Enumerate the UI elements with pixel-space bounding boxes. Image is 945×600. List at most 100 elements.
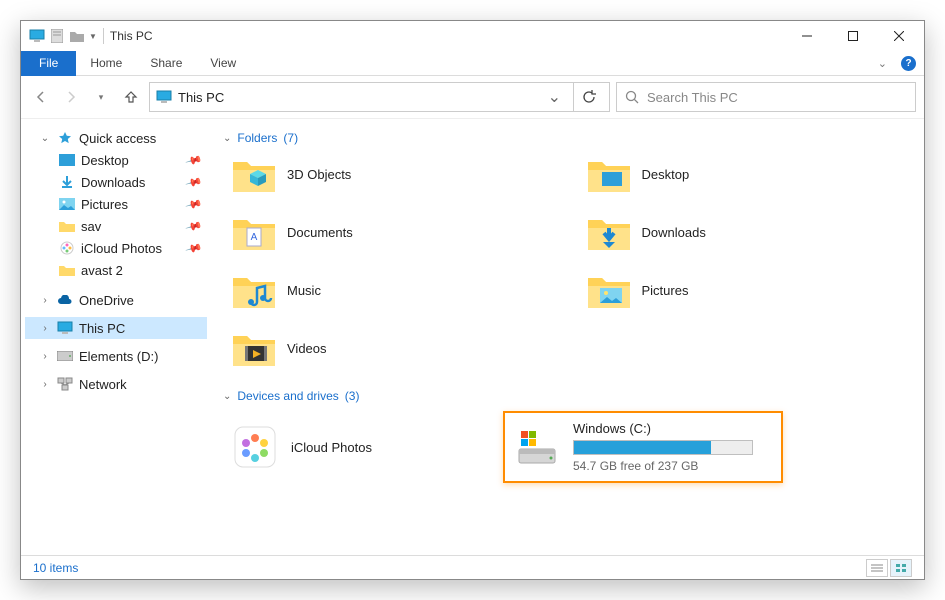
details-view-button[interactable] (866, 559, 888, 577)
pc-icon (29, 28, 45, 44)
pc-icon (156, 89, 172, 105)
recent-locations-icon[interactable]: ▾ (89, 85, 113, 109)
chevron-down-icon[interactable]: ⌄ (223, 133, 231, 144)
nav-elements[interactable]: › Elements (D:) (25, 345, 207, 367)
address-bar[interactable]: This PC ⌄ (149, 82, 610, 112)
help-icon[interactable]: ? (901, 56, 916, 71)
properties-icon[interactable] (49, 28, 65, 44)
nav-label: Pictures (81, 197, 128, 212)
nav-label: sav (81, 219, 101, 234)
nav-qa-downloads[interactable]: Downloads 📌 (25, 171, 207, 193)
thumbnails-view-button[interactable] (890, 559, 912, 577)
nav-label: iCloud Photos (81, 241, 162, 256)
folder-icon (588, 211, 630, 253)
group-count: (7) (283, 131, 298, 145)
cloud-icon (57, 292, 73, 308)
ribbon-collapse-icon[interactable]: ⌄ (872, 57, 893, 70)
nav-label: This PC (79, 321, 125, 336)
refresh-button[interactable] (573, 83, 603, 111)
folder-label: Music (287, 283, 321, 298)
hard-drive-icon (515, 425, 559, 469)
folder-label: Videos (287, 341, 327, 356)
chevron-right-icon[interactable]: › (39, 323, 51, 334)
pin-icon: 📌 (185, 195, 203, 213)
star-icon (57, 130, 73, 146)
folder-icon (233, 269, 275, 311)
chevron-down-icon[interactable]: ⌄ (223, 391, 231, 402)
nav-label: Elements (D:) (79, 349, 158, 364)
drive-icloud-photos[interactable]: iCloud Photos (233, 411, 473, 483)
tab-view[interactable]: View (196, 51, 250, 76)
nav-thispc[interactable]: › This PC (25, 317, 207, 339)
search-icon (625, 90, 639, 104)
chevron-right-icon[interactable]: › (39, 295, 51, 306)
file-explorer-window: ▼ This PC File Home Share View ⌄ ? ▾ Thi… (20, 20, 925, 580)
content-pane: ⌄ Folders (7) 3D Objects Desktop A Docum… (211, 119, 924, 555)
minimize-button[interactable] (784, 21, 830, 51)
group-title: Devices and drives (237, 389, 338, 403)
chevron-down-icon[interactable]: ⌄ (39, 133, 51, 144)
folder-label: 3D Objects (287, 167, 351, 182)
nav-label: Quick access (79, 131, 156, 146)
item-count: 10 items (33, 561, 78, 575)
group-header-folders[interactable]: ⌄ Folders (7) (223, 127, 912, 153)
nav-label: Network (79, 377, 127, 392)
nav-qa-desktop[interactable]: Desktop 📌 (25, 149, 207, 171)
forward-button[interactable] (59, 85, 83, 109)
navigation-pane: ⌄ Quick access Desktop 📌 Downloads 📌 Pic… (21, 119, 211, 555)
icloud-photos-icon (233, 425, 277, 469)
tab-share[interactable]: Share (136, 51, 196, 76)
folder-music[interactable]: Music (233, 269, 558, 311)
group-title: Folders (237, 131, 277, 145)
folder-documents[interactable]: A Documents (233, 211, 558, 253)
maximize-button[interactable] (830, 21, 876, 51)
search-box[interactable]: Search This PC (616, 82, 916, 112)
nav-onedrive[interactable]: › OneDrive (25, 289, 207, 311)
back-button[interactable] (29, 85, 53, 109)
nav-qa-pictures[interactable]: Pictures 📌 (25, 193, 207, 215)
qat-dropdown-icon[interactable]: ▼ (89, 32, 97, 41)
folder-videos[interactable]: Videos (233, 327, 558, 369)
drive-label: Windows (C:) (573, 421, 771, 436)
search-placeholder: Search This PC (647, 90, 738, 105)
folder-icon (588, 269, 630, 311)
folder-pictures[interactable]: Pictures (588, 269, 913, 311)
up-button[interactable] (119, 85, 143, 109)
chevron-right-icon[interactable]: › (39, 351, 51, 362)
pc-icon (57, 320, 73, 336)
folder-label: Documents (287, 225, 353, 240)
icloud-photos-icon (59, 240, 75, 256)
folder-icon (59, 218, 75, 234)
folder-desktop[interactable]: Desktop (588, 153, 913, 195)
tab-home[interactable]: Home (76, 51, 136, 76)
download-icon (59, 174, 75, 190)
usage-bar (573, 440, 753, 455)
svg-text:A: A (251, 232, 258, 243)
folder-label: Pictures (642, 283, 689, 298)
pin-icon: 📌 (185, 173, 203, 191)
nav-qa-icloud[interactable]: iCloud Photos 📌 (25, 237, 207, 259)
folder-downloads[interactable]: Downloads (588, 211, 913, 253)
folder-icon (59, 262, 75, 278)
ribbon: File Home Share View ⌄ ? (21, 51, 924, 76)
close-button[interactable] (876, 21, 922, 51)
folder-icon (588, 153, 630, 195)
nav-qa-avast[interactable]: avast 2 (25, 259, 207, 281)
drive-icon (57, 348, 73, 364)
file-tab[interactable]: File (21, 51, 76, 76)
group-header-drives[interactable]: ⌄ Devices and drives (3) (223, 385, 912, 411)
folder-3dobjects[interactable]: 3D Objects (233, 153, 558, 195)
desktop-icon (59, 152, 75, 168)
breadcrumb[interactable]: This PC (178, 90, 224, 105)
folder-icon (233, 327, 275, 369)
nav-network[interactable]: › Network (25, 373, 207, 395)
address-dropdown-icon[interactable]: ⌄ (542, 87, 567, 107)
nav-qa-sav[interactable]: sav 📌 (25, 215, 207, 237)
new-folder-icon[interactable] (69, 28, 85, 44)
drive-windows-c[interactable]: Windows (C:) 54.7 GB free of 237 GB (503, 411, 783, 483)
chevron-right-icon[interactable]: › (39, 379, 51, 390)
pictures-icon (59, 196, 75, 212)
group-count: (3) (345, 389, 360, 403)
drive-label: iCloud Photos (291, 440, 372, 455)
nav-quick-access[interactable]: ⌄ Quick access (25, 127, 207, 149)
